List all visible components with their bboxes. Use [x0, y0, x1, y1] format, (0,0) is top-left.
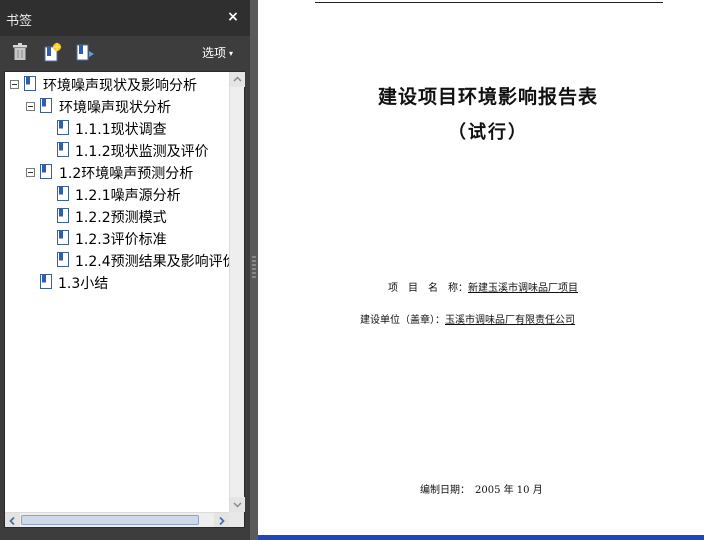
collapse-toggle-icon[interactable]: [10, 80, 19, 89]
scroll-up-arrow-icon[interactable]: [230, 72, 245, 87]
construction-unit-value: 玉溪市调味品厂有限责任公司: [445, 315, 575, 326]
bookmark-icon: [57, 230, 69, 245]
panel-splitter[interactable]: [250, 0, 258, 540]
chevron-down-icon: ▾: [229, 49, 234, 58]
bookmark-label: 环境噪声现状分析: [59, 100, 171, 116]
bookmark-tree: 环境噪声现状及影响分析 环境噪声现状分析 1.1.1现状调查 1.1.2现状监测…: [5, 72, 229, 512]
bookmark-label: 1.3小结: [58, 276, 109, 292]
project-name-value: 新建玉溪市调味品厂项目: [468, 283, 578, 294]
compile-date: 编制日期： 2005 年 10 月: [420, 485, 543, 496]
document-subtitle: （试行）: [448, 122, 528, 143]
scroll-left-arrow-icon[interactable]: [5, 513, 20, 527]
bookmark-icon: [40, 164, 52, 179]
expand-bookmark-icon[interactable]: [75, 42, 95, 62]
document-page: 建设项目环境影响报告表 （试行） 项 目 名 称：新建玉溪市调味品厂项目 建设单…: [258, 0, 704, 535]
scroll-down-arrow-icon[interactable]: [230, 497, 245, 512]
bookmark-label: 1.2.2预测模式: [75, 210, 167, 226]
options-menu-button[interactable]: 选项 ▾: [202, 44, 233, 61]
bookmark-label: 1.1.2现状监测及评价: [75, 144, 209, 160]
document-title: 建设项目环境影响报告表: [377, 86, 598, 108]
scrollbar-corner: [229, 512, 244, 527]
bookmarks-panel-title: 书签: [6, 14, 33, 29]
page-top-rule: [315, 2, 663, 3]
options-label: 选项: [202, 46, 227, 60]
bookmark-icon: [57, 142, 69, 157]
bookmarks-panel-header: 书签 ×: [0, 0, 250, 36]
bookmark-label: 1.2.4预测结果及影响评价: [75, 254, 229, 270]
pdf-reader-window: 书签 × 选项 ▾ 环境噪声现状及影响分析 环境噪声现状分析 1.1.1现状调查…: [0, 0, 704, 540]
new-bookmark-icon[interactable]: [43, 42, 63, 62]
close-icon[interactable]: ×: [226, 10, 240, 24]
scroll-right-arrow-icon[interactable]: [214, 513, 229, 527]
project-name-label: 项 目 名 称：: [388, 283, 468, 294]
project-name-field: 项 目 名 称：新建玉溪市调味品厂项目: [388, 279, 578, 294]
construction-unit-label: 建设单位（盖章）：: [360, 315, 445, 326]
splitter-grip-icon[interactable]: [252, 256, 256, 278]
bookmark-label: 1.1.1现状调查: [75, 122, 167, 138]
construction-unit-field: 建设单位（盖章）：玉溪市调味品厂有限责任公司: [360, 311, 575, 326]
bookmark-tree-container: 环境噪声现状及影响分析 环境噪声现状分析 1.1.1现状调查 1.1.2现状监测…: [4, 71, 245, 528]
bookmark-label: 1.2.1噪声源分析: [75, 188, 181, 204]
bookmark-label: 环境噪声现状及影响分析: [43, 78, 197, 94]
bookmarks-toolbar: 选项 ▾: [0, 36, 250, 68]
trash-icon[interactable]: [10, 42, 30, 62]
collapse-toggle-icon[interactable]: [26, 102, 35, 111]
bookmark-icon: [24, 76, 36, 91]
collapse-toggle-icon[interactable]: [26, 168, 35, 177]
bookmarks-panel: 书签 × 选项 ▾ 环境噪声现状及影响分析 环境噪声现状分析 1.1.1现状调查…: [0, 0, 250, 540]
bookmark-icon: [57, 208, 69, 223]
horizontal-scroll-thumb[interactable]: [21, 515, 199, 525]
bookmark-icon: [57, 120, 69, 135]
vertical-scrollbar[interactable]: [229, 72, 245, 512]
bookmark-icon: [40, 98, 52, 113]
horizontal-scrollbar[interactable]: [5, 512, 229, 527]
bookmark-icon: [57, 252, 69, 267]
status-bar: [258, 535, 704, 540]
bookmark-label: 1.2.3评价标准: [75, 232, 167, 248]
bookmark-label: 1.2环境噪声预测分析: [59, 166, 194, 182]
bookmark-icon: [40, 274, 52, 289]
bookmark-icon: [57, 186, 69, 201]
